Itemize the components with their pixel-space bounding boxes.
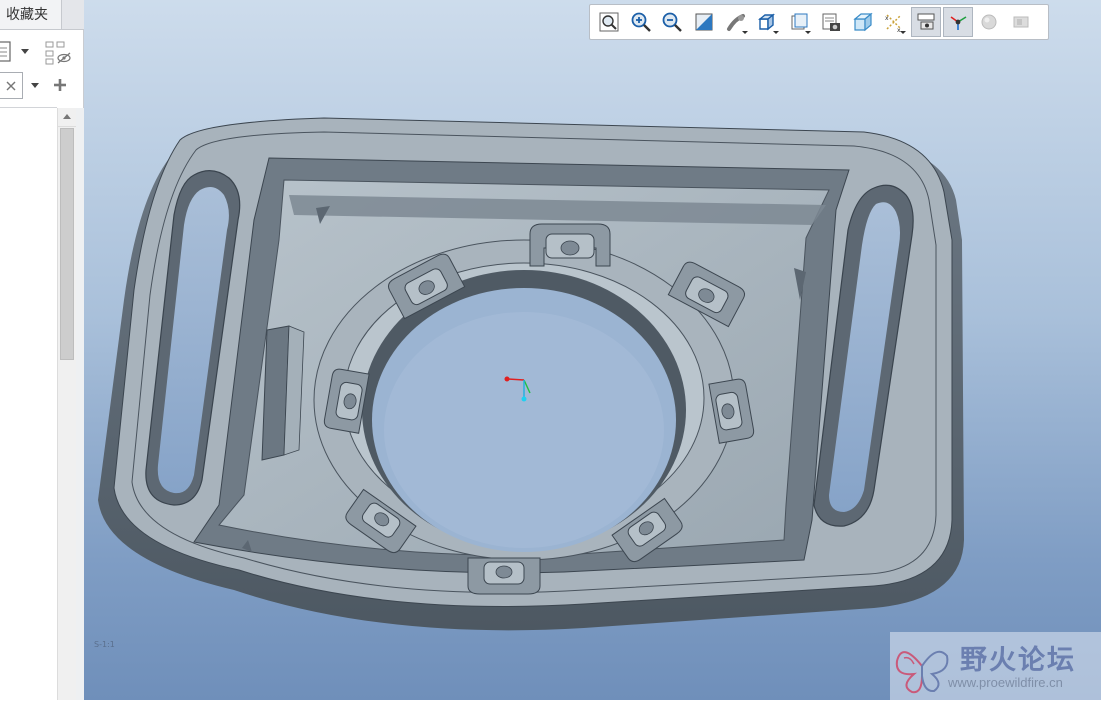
dropdown-arrow-icon[interactable] [20, 48, 30, 55]
filter-input[interactable] [0, 72, 23, 99]
annotation-display-icon [917, 13, 935, 30]
watermark-title: 野火论坛 [960, 645, 1076, 676]
tab-favorites-label: 收藏夹 [6, 7, 48, 23]
spin-center-icon [726, 14, 745, 31]
left-panel: 收藏夹 [0, 0, 84, 701]
scroll-up-button[interactable] [58, 108, 76, 127]
perspective-icon [852, 12, 873, 32]
scroll-thumb[interactable] [60, 128, 74, 360]
add-icon[interactable] [53, 78, 67, 92]
show-hide-icon[interactable] [44, 40, 72, 66]
display-style-button[interactable] [752, 7, 782, 37]
center-hole-light [384, 312, 664, 548]
forum-watermark: 野火论坛 www.proewildfire.cn [890, 632, 1101, 700]
datum-display-button[interactable]: x x [879, 7, 909, 37]
dropdown-arrow-icon[interactable] [30, 82, 40, 89]
part-model [98, 117, 964, 631]
spin-center-display-icon [950, 16, 966, 30]
display-style-icon [758, 13, 776, 31]
watermark-url: www.proewildfire.cn [948, 675, 1063, 690]
repaint-icon [695, 13, 713, 31]
zoom-refit-icon [599, 12, 619, 32]
model-tree[interactable] [0, 107, 57, 701]
cad-application: 收藏夹 x x S-1:1 野火论坛 www.proewildfire.cn [0, 0, 1101, 701]
repaint-button[interactable] [689, 7, 719, 37]
layers-button[interactable] [1006, 7, 1036, 37]
filter-row [0, 70, 84, 102]
zoom-out-icon [662, 12, 683, 32]
view-toolbar: x x [589, 4, 1049, 40]
appearance-sphere-icon [981, 14, 997, 30]
zoom-out-button[interactable] [657, 7, 687, 37]
perspective-button[interactable] [848, 7, 878, 37]
document-icon[interactable] [0, 41, 12, 63]
zoom-in-icon [631, 12, 651, 32]
saved-orientations-button[interactable] [784, 7, 814, 37]
layers-icon [1013, 16, 1029, 28]
saved-orientations-icon [791, 13, 808, 30]
tree-scrollbar[interactable] [57, 108, 76, 700]
spin-center-display-button[interactable] [942, 7, 973, 37]
zoom-refit-button[interactable] [594, 7, 624, 37]
tab-favorites[interactable]: 收藏夹 [0, 0, 62, 30]
zoom-in-button[interactable] [626, 7, 656, 37]
view-manager-icon [822, 13, 840, 31]
spin-center-button[interactable] [721, 7, 751, 37]
panel-toolbar-row [0, 37, 84, 69]
appearance-button[interactable] [974, 7, 1004, 37]
tab-strip [62, 0, 84, 30]
view-scale-label: S-1:1 [94, 640, 115, 649]
clear-icon[interactable] [6, 81, 16, 91]
butterfly-logo-icon [895, 650, 949, 694]
panel-sash[interactable] [76, 108, 84, 700]
chevron-up-icon [63, 114, 71, 119]
annotation-display-button[interactable] [910, 7, 941, 37]
datum-display-icon: x x [885, 14, 902, 33]
graphics-viewport[interactable]: x x S-1:1 [84, 0, 1101, 700]
view-manager-button[interactable] [816, 7, 846, 37]
svg-text:x: x [885, 15, 889, 22]
